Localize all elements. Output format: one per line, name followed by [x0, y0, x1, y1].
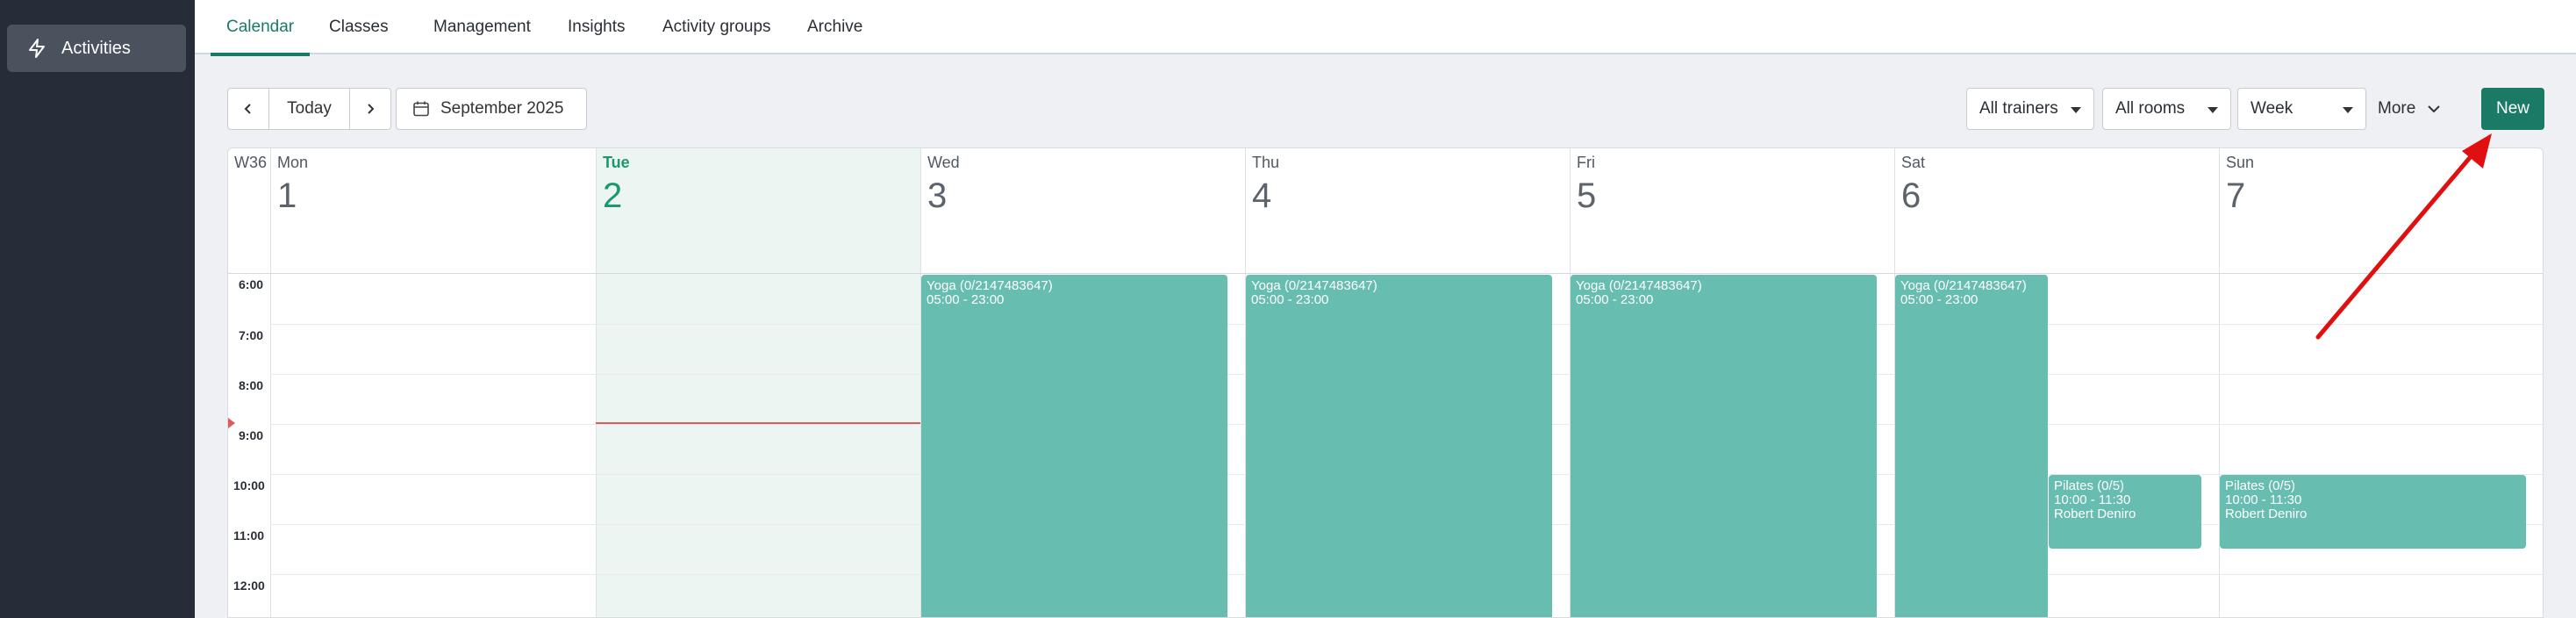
event-time: 05:00 - 23:00 [927, 292, 1005, 307]
calendar-icon [413, 101, 429, 117]
day-name: Wed [927, 154, 960, 171]
room-filter-select[interactable]: All rooms [2102, 88, 2231, 130]
time-label: 9:00 [239, 428, 264, 442]
trainer-filter-select[interactable]: All trainers [1966, 88, 2094, 130]
new-button[interactable]: New [2481, 88, 2544, 130]
day-name: Thu [1252, 154, 1280, 171]
tab-archive[interactable]: Archive [791, 0, 878, 54]
day-number: 7 [2226, 176, 2246, 215]
event-block[interactable]: Yoga (0/2147483647) 05:00 - 23:00 [921, 275, 1227, 617]
more-label: More [2378, 99, 2416, 118]
tab-bar: Calendar Classes Management Insights Act… [195, 0, 2576, 56]
view-value: Week [2250, 99, 2293, 118]
event-title: Pilates (0/5) [2225, 478, 2296, 493]
tab-calendar[interactable]: Calendar [211, 0, 311, 56]
event-time: 10:00 - 11:30 [2054, 492, 2131, 507]
time-label: 12:00 [233, 578, 265, 593]
event-block[interactable]: Yoga (0/2147483647) 05:00 - 23:00 [1895, 275, 2048, 617]
current-time-line [596, 422, 920, 424]
time-label: 7:00 [239, 328, 264, 342]
event-trainer: Robert Deniro [2054, 507, 2136, 521]
current-time-marker [228, 418, 235, 428]
day-number: 5 [1577, 176, 1597, 215]
sidebar-item-label: Activities [61, 38, 131, 58]
chevron-left-icon [244, 104, 251, 114]
day-name: Fri [1577, 154, 1595, 171]
room-filter-value: All rooms [2115, 99, 2186, 118]
time-label: 6:00 [239, 277, 264, 291]
date-picker-button[interactable]: September 2025 [396, 88, 587, 130]
event-time: 05:00 - 23:00 [1900, 292, 1979, 307]
event-title: Yoga (0/2147483647) [1576, 278, 1702, 293]
time-label: 10:00 [233, 478, 265, 492]
day-number: 6 [1901, 176, 1921, 215]
date-label: September 2025 [440, 99, 564, 118]
tab-classes[interactable]: Classes [313, 0, 404, 54]
day-name-today: Tue [603, 154, 630, 171]
event-trainer: Robert Deniro [2225, 507, 2308, 521]
event-time: 10:00 - 11:30 [2225, 492, 2302, 507]
time-label: 8:00 [239, 378, 264, 392]
event-title: Yoga (0/2147483647) [1900, 278, 2027, 293]
chevron-down-icon [2428, 105, 2441, 113]
sidebar-item-activities[interactable]: Activities [7, 25, 186, 72]
view-select[interactable]: Week [2237, 88, 2366, 130]
caret-down-icon [2071, 107, 2081, 113]
sidebar: Activities [0, 0, 195, 618]
event-title: Yoga (0/2147483647) [927, 278, 1053, 293]
day-number: 1 [277, 176, 297, 215]
day-name: Sun [2226, 154, 2255, 171]
today-column-highlight [596, 148, 920, 617]
event-title: Pilates (0/5) [2054, 478, 2125, 493]
event-time: 05:00 - 23:00 [1576, 292, 1654, 307]
time-label: 11:00 [233, 528, 265, 543]
day-name: Mon [277, 154, 309, 171]
event-block[interactable]: Yoga (0/2147483647) 05:00 - 23:00 [1571, 275, 1877, 617]
next-week-button[interactable] [349, 88, 391, 130]
event-time: 05:00 - 23:00 [1251, 292, 1329, 307]
annotation-arrow [2315, 133, 2492, 340]
event-block[interactable]: Pilates (0/5) 10:00 - 11:30 Robert Denir… [2220, 475, 2526, 549]
day-name: Sat [1901, 154, 1926, 171]
event-block[interactable]: Pilates (0/5) 10:00 - 11:30 Robert Denir… [2049, 475, 2201, 549]
event-block[interactable]: Yoga (0/2147483647) 05:00 - 23:00 [1246, 275, 1552, 617]
day-number: 4 [1252, 176, 1272, 215]
week-calendar: W36 Mon 1 Tue 2 Wed 3 Thu 4 Fri 5 Sat 6 … [227, 147, 2544, 618]
caret-down-icon [2207, 107, 2218, 113]
today-button[interactable]: Today [268, 88, 350, 130]
day-number: 3 [927, 176, 948, 215]
lightning-icon [29, 39, 45, 58]
tab-activity-groups[interactable]: Activity groups [647, 0, 787, 54]
prev-week-button[interactable] [227, 88, 269, 130]
day-number-today: 2 [603, 176, 623, 215]
chevron-right-icon [368, 104, 375, 114]
event-title: Yoga (0/2147483647) [1251, 278, 1377, 293]
tab-insights[interactable]: Insights [552, 0, 640, 54]
week-number: W36 [234, 154, 268, 171]
more-menu-button[interactable]: More [2378, 88, 2442, 130]
tab-management[interactable]: Management [418, 0, 547, 54]
trainer-filter-value: All trainers [1979, 99, 2058, 118]
caret-down-icon [2343, 107, 2353, 113]
